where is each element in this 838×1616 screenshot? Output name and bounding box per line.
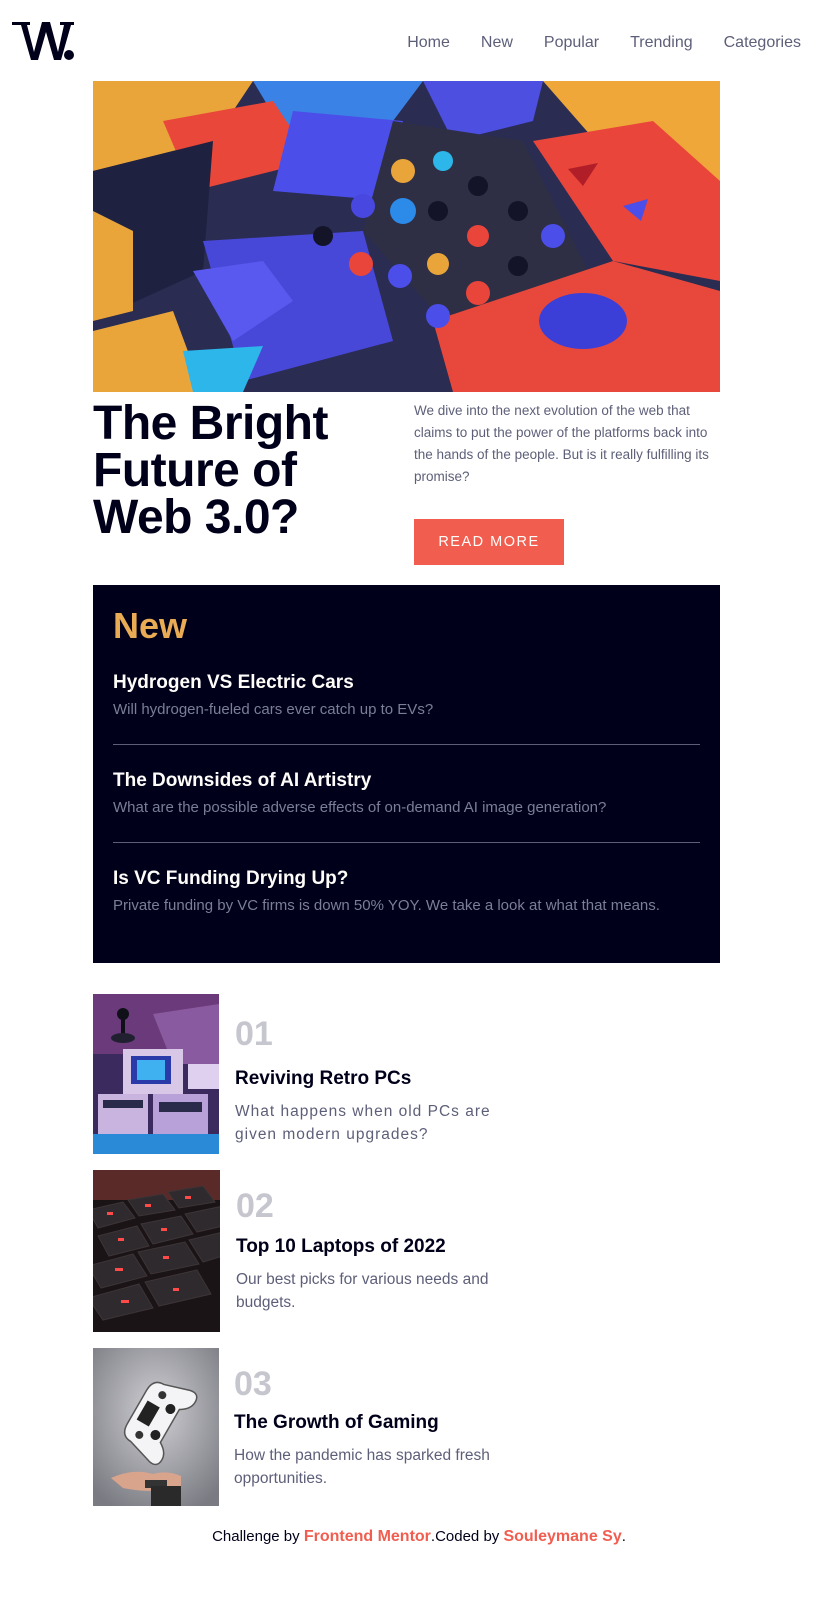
main-nav: Home New Popular Trending Categories — [407, 32, 801, 54]
divider — [113, 744, 700, 745]
divider — [113, 842, 700, 843]
article-description: Our best picks for various needs and bud… — [236, 1271, 489, 1311]
article-number: 01 — [235, 1015, 273, 1053]
article-number: 03 — [234, 1365, 272, 1403]
new-item-title[interactable]: Is VC Funding Drying Up? — [113, 866, 700, 892]
nav-trending[interactable]: Trending — [630, 32, 693, 54]
new-item[interactable]: Hydrogen VS Electric Cars Will hydrogen-… — [113, 670, 700, 721]
hero-description: We dive into the next evolution of the w… — [414, 403, 709, 484]
article-card[interactable]: 03 The Growth of Gaming How the pandemic… — [93, 1348, 533, 1506]
w-logo-icon — [12, 22, 74, 60]
article-card[interactable]: 01 Reviving Retro PCs What happens when … — [93, 994, 533, 1154]
new-item-title[interactable]: The Downsides of AI Artistry — [113, 768, 700, 794]
article-description: How the pandemic has sparked fresh oppor… — [234, 1447, 490, 1487]
new-item[interactable]: Is VC Funding Drying Up? Private funding… — [113, 866, 700, 917]
new-heading: New — [113, 605, 188, 646]
new-item-description: Will hydrogen-fueled cars ever catch up … — [113, 701, 434, 718]
article-card[interactable]: 02 Top 10 Laptops of 2022 Our best picks… — [93, 1170, 533, 1332]
new-item[interactable]: The Downsides of AI Artistry What are th… — [113, 768, 700, 819]
article-title[interactable]: The Growth of Gaming — [234, 1410, 439, 1436]
hero-image — [93, 81, 720, 392]
site-logo[interactable] — [12, 18, 76, 64]
article-title[interactable]: Top 10 Laptops of 2022 — [236, 1234, 446, 1260]
new-item-description: What are the possible adverse effects of… — [113, 799, 607, 816]
article-title[interactable]: Reviving Retro PCs — [235, 1066, 411, 1092]
laptop-keyboard-image — [93, 1170, 220, 1332]
new-item-title[interactable]: Hydrogen VS Electric Cars — [113, 670, 700, 696]
author-link[interactable]: Souleymane Sy — [503, 1528, 621, 1545]
new-section: New Hydrogen VS Electric Cars Will hydro… — [93, 585, 720, 963]
nav-new[interactable]: New — [481, 32, 513, 54]
gaming-controller-image — [93, 1348, 219, 1506]
footer-prefix: Challenge by — [212, 1528, 304, 1545]
footer-attribution: Challenge by Frontend Mentor.Coded by So… — [0, 1526, 838, 1548]
nav-popular[interactable]: Popular — [544, 32, 599, 54]
footer-middle: .Coded by — [430, 1528, 504, 1545]
article-description: What happens when old PCs are given mode… — [235, 1103, 491, 1143]
nav-home[interactable]: Home — [407, 32, 450, 54]
nav-categories[interactable]: Categories — [724, 32, 801, 54]
read-more-button[interactable]: READ MORE — [414, 519, 564, 565]
footer-suffix: . — [621, 1528, 626, 1545]
retro-pc-image — [93, 994, 219, 1154]
new-item-description: Private funding by VC firms is down 50% … — [113, 897, 660, 914]
frontend-mentor-link[interactable]: Frontend Mentor — [304, 1528, 431, 1545]
article-number: 02 — [236, 1187, 274, 1225]
hero-title: The Bright Future of Web 3.0? — [93, 397, 328, 544]
